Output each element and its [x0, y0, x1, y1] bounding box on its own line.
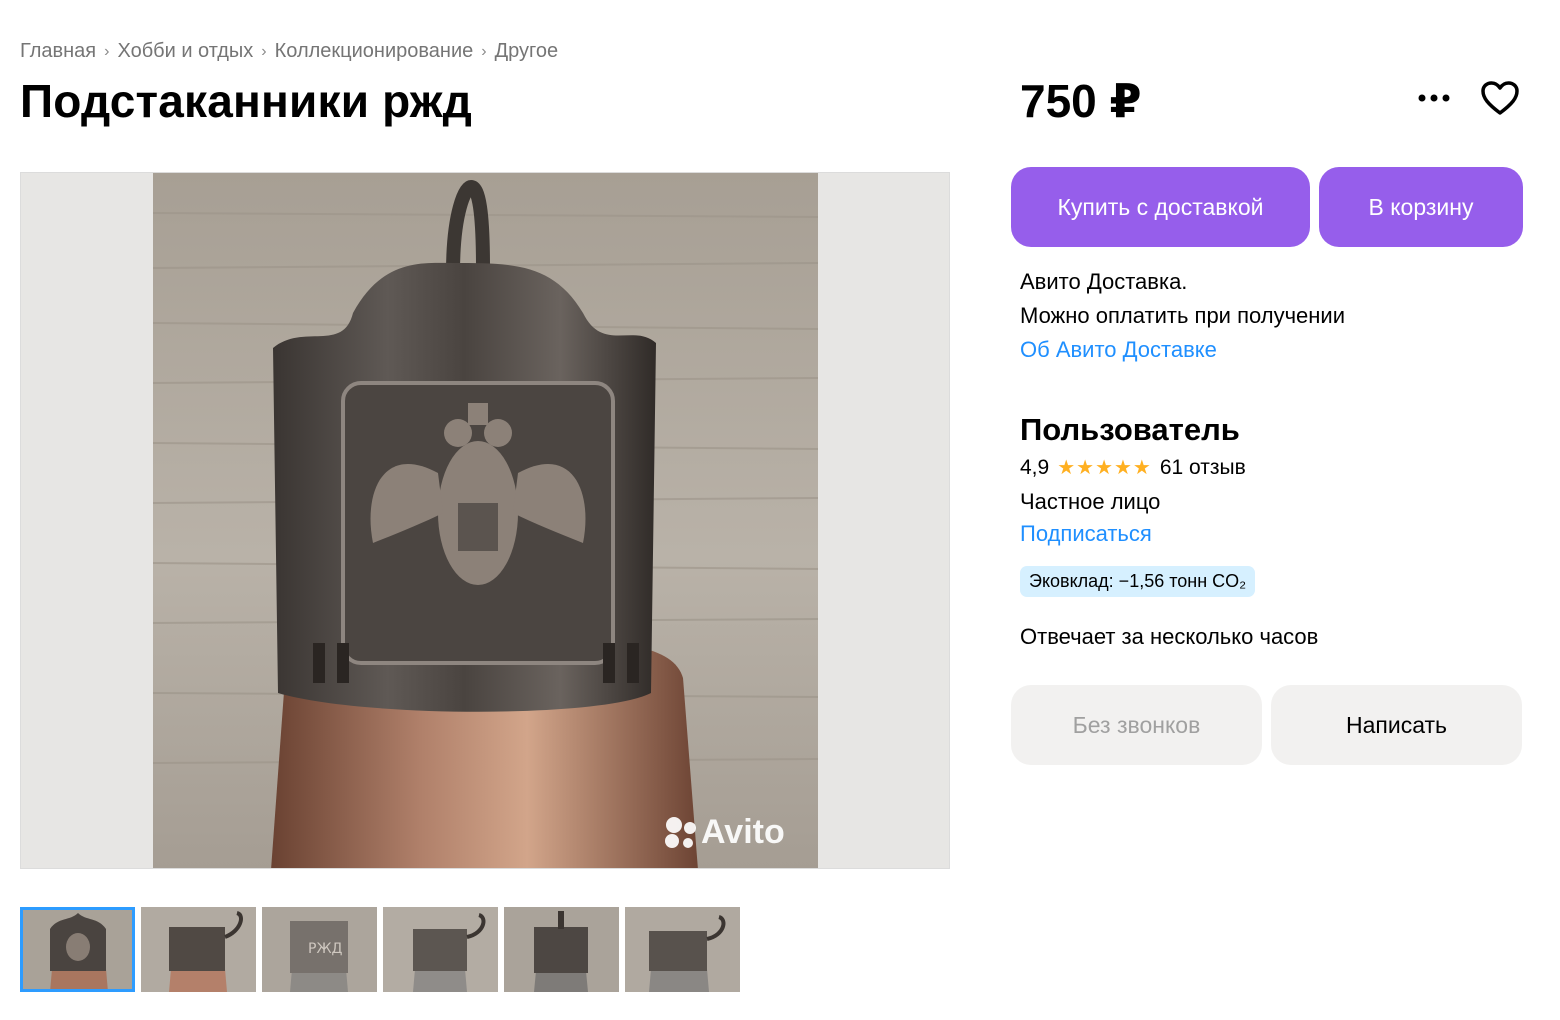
delivery-line-1: Авито Доставка.	[1020, 269, 1188, 294]
thumbnail-image	[625, 907, 740, 992]
rating-value: 4,9	[1020, 455, 1050, 479]
thumbnail-1[interactable]	[20, 907, 135, 992]
thumbnail-image	[141, 907, 256, 992]
eco-contribution-badge[interactable]: Эковклад: −1,56 тонн CO₂	[1020, 566, 1256, 597]
avito-watermark: Avito	[661, 813, 785, 852]
main-photo[interactable]: Avito	[20, 172, 950, 869]
price: 750 ₽	[1020, 75, 1142, 127]
thumbnail-3[interactable]: РЖД	[262, 907, 377, 992]
buy-with-delivery-button[interactable]: Купить с доставкой	[1011, 167, 1310, 247]
reviews-link[interactable]: 61 отзыв	[1160, 456, 1246, 480]
thumbnail-strip: РЖД	[20, 907, 740, 992]
delivery-info: Авито Доставка. Можно оплатить при получ…	[1020, 265, 1345, 367]
breadcrumb-other[interactable]: Другое	[495, 40, 559, 63]
thumbnail-image: РЖД	[262, 907, 377, 992]
add-to-cart-button[interactable]: В корзину	[1319, 167, 1523, 247]
delivery-line-2: Можно оплатить при получении	[1020, 303, 1346, 328]
write-message-button[interactable]: Написать	[1271, 685, 1522, 765]
thumbnail-6[interactable]	[625, 907, 740, 992]
response-time: Отвечает за несколько часов	[1020, 624, 1319, 649]
thumbnail-2[interactable]	[141, 907, 256, 992]
thumbnail-image	[383, 907, 498, 992]
svg-text:РЖД: РЖД	[308, 941, 343, 957]
no-calls-button[interactable]: Без звонков	[1011, 685, 1262, 765]
star-icons: ★★★★★	[1057, 457, 1152, 479]
thumbnail-image	[20, 907, 135, 992]
breadcrumb-home[interactable]: Главная	[20, 40, 96, 63]
chevron-right-icon: ›	[481, 42, 487, 60]
more-button[interactable]	[1410, 80, 1458, 116]
page-title: Подстаканники ржд	[20, 75, 473, 127]
more-dots-icon	[1418, 94, 1450, 102]
about-delivery-link[interactable]: Об Авито Доставке	[1020, 333, 1345, 367]
chevron-right-icon: ›	[261, 42, 267, 60]
seller-name[interactable]: Пользователь	[1020, 412, 1240, 448]
heart-icon	[1481, 81, 1519, 115]
thumbnail-4[interactable]	[383, 907, 498, 992]
watermark-text: Avito	[701, 813, 785, 851]
thumbnail-image	[504, 907, 619, 992]
thumbnail-5[interactable]	[504, 907, 619, 992]
product-photo	[153, 173, 818, 868]
chevron-right-icon: ›	[104, 42, 110, 60]
seller-rating: 4,9 ★★★★★ 61 отзыв	[1020, 455, 1246, 480]
avito-logo-icon	[665, 816, 696, 848]
seller-type: Частное лицо	[1020, 489, 1161, 514]
breadcrumb-hobby[interactable]: Хобби и отдых	[117, 40, 253, 63]
favorite-button[interactable]	[1478, 76, 1522, 120]
subscribe-link[interactable]: Подписаться	[1020, 521, 1152, 547]
breadcrumb: Главная › Хобби и отдых › Коллекциониров…	[20, 40, 558, 63]
breadcrumb-collecting[interactable]: Коллекционирование	[275, 40, 474, 63]
